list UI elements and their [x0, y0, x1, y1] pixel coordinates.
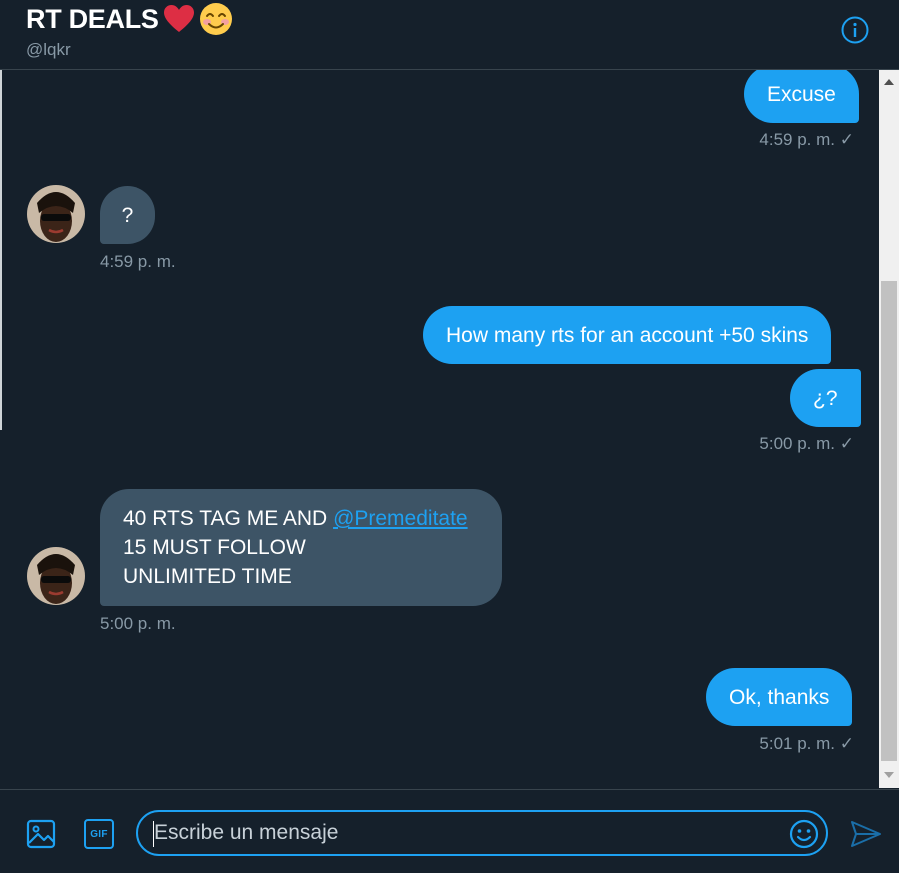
- message-text: Excuse: [767, 82, 836, 106]
- message-timestamp: 4:59 p. m.: [100, 252, 176, 271]
- message-line: 15 MUST FOLLOW: [123, 536, 306, 559]
- message-input[interactable]: Escribe un mensaje: [136, 810, 828, 856]
- message-text: How many rts for an account +50 skins: [446, 323, 809, 347]
- conversation-handle[interactable]: @lqkr: [26, 40, 71, 60]
- message-timestamp: 5:01 p. m. ✓: [759, 734, 854, 753]
- conversation-header: RT DEALS @lqkr: [0, 0, 899, 70]
- message-timestamp: 5:00 p. m. ✓: [759, 434, 854, 453]
- smiling-face-icon: [199, 3, 232, 35]
- outgoing-message[interactable]: Ok, thanks: [706, 668, 853, 726]
- message-text: ¿?: [813, 386, 838, 410]
- conversation-title[interactable]: RT DEALS: [26, 2, 233, 36]
- scroll-up-arrow-icon[interactable]: [879, 72, 899, 92]
- incoming-message[interactable]: 40 RTS TAG ME AND @Premeditate 15 MUST F…: [100, 489, 502, 606]
- incoming-message[interactable]: ?: [100, 186, 155, 244]
- message-list: Excuse 4:59 p. m. ✓ ? 4:59 p. m. How man…: [2, 70, 878, 788]
- send-icon[interactable]: [850, 819, 882, 849]
- message-text: ?: [121, 203, 134, 227]
- message-input-placeholder: Escribe un mensaje: [154, 821, 339, 844]
- scroll-thumb[interactable]: [881, 281, 897, 761]
- scroll-down-arrow-icon[interactable]: [879, 765, 899, 785]
- info-icon[interactable]: [841, 16, 869, 44]
- conversation-title-text: RT DEALS: [26, 3, 159, 34]
- emoji-icon[interactable]: [789, 819, 819, 849]
- outgoing-message[interactable]: Excuse: [744, 70, 859, 123]
- message-timestamp: 5:00 p. m.: [100, 614, 176, 633]
- image-icon[interactable]: [26, 819, 56, 849]
- avatar[interactable]: [27, 185, 85, 243]
- message-composer: GIF Escribe un mensaje: [0, 789, 899, 873]
- mention-link[interactable]: @Premeditate: [333, 507, 468, 530]
- gif-icon[interactable]: GIF: [84, 819, 114, 849]
- gif-label: GIF: [90, 828, 108, 840]
- message-line: 40 RTS TAG ME AND @Premeditate: [123, 507, 468, 530]
- red-heart-icon: [163, 5, 194, 32]
- outgoing-message[interactable]: How many rts for an account +50 skins: [423, 306, 832, 364]
- message-text: Ok, thanks: [729, 685, 830, 709]
- avatar[interactable]: [27, 547, 85, 605]
- message-timestamp: 4:59 p. m. ✓: [759, 130, 854, 149]
- scrollbar[interactable]: [879, 70, 899, 788]
- outgoing-message[interactable]: ¿?: [790, 369, 861, 427]
- message-line: UNLIMITED TIME: [123, 565, 292, 588]
